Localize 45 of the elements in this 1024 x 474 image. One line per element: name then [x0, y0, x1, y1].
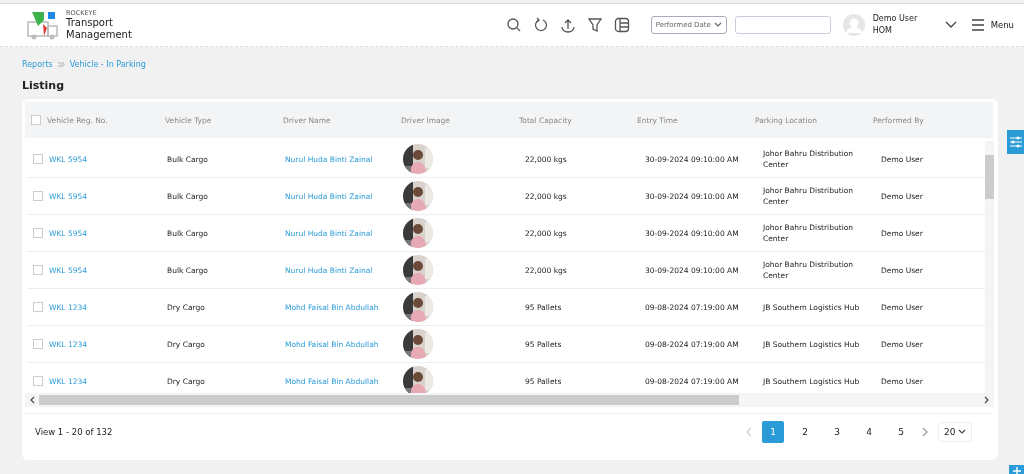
avatar-icon	[842, 14, 865, 36]
chevron-down-icon[interactable]	[944, 21, 957, 29]
sliders-icon	[1008, 136, 1023, 148]
row-checkbox[interactable]	[33, 191, 43, 201]
page-button[interactable]: 2	[794, 421, 816, 443]
row-checkbox[interactable]	[33, 376, 43, 386]
breadcrumb-link[interactable]: Vehicle - In Parking	[69, 59, 146, 69]
chevron-right-icon	[57, 60, 65, 68]
row-checkbox[interactable]	[33, 302, 43, 312]
row-checkbox[interactable]	[33, 265, 43, 275]
chevron-right-icon	[984, 396, 990, 404]
page-size-select[interactable]: 20	[938, 422, 972, 442]
app-title: Transport Management	[66, 17, 133, 41]
truck-logo-icon	[26, 10, 60, 40]
columns-icon[interactable]	[613, 17, 630, 33]
plus-icon	[1012, 467, 1021, 474]
row-checkbox[interactable]	[33, 154, 43, 164]
refresh-icon[interactable]	[532, 17, 549, 33]
menu-button[interactable]: Menu	[970, 19, 1014, 31]
user-role: HOM	[872, 25, 893, 37]
page-button[interactable]: 4	[858, 421, 880, 443]
vertical-scrollbar[interactable]	[985, 141, 994, 393]
settings-button[interactable]	[1007, 130, 1024, 154]
select-all-checkbox[interactable]	[31, 115, 41, 125]
upload-icon[interactable]	[559, 17, 576, 33]
horizontal-scrollbar[interactable]	[25, 393, 994, 407]
record-summary: View 1 - 20 of 132	[35, 427, 113, 437]
page-title: Listing	[22, 79, 66, 94]
row-checkbox[interactable]	[33, 339, 43, 349]
chevron-down-icon	[713, 22, 722, 28]
chevron-left-icon	[29, 396, 35, 404]
page-button[interactable]: 3	[826, 421, 848, 443]
breadcrumb-link[interactable]: Reports	[22, 59, 53, 69]
row-checkbox[interactable]	[33, 228, 43, 238]
page-button[interactable]: 1	[762, 421, 784, 443]
chevron-right-icon[interactable]	[922, 427, 928, 437]
search-icon[interactable]	[505, 17, 522, 33]
menu-icon	[970, 19, 985, 31]
add-button[interactable]	[1009, 465, 1024, 474]
filter-icon[interactable]	[586, 17, 603, 33]
user-name: Demo User	[872, 13, 919, 25]
page-button[interactable]: 5	[890, 421, 912, 443]
date-input-field[interactable]	[734, 16, 831, 34]
chevron-down-icon	[958, 429, 966, 435]
chevron-left-icon[interactable]	[746, 427, 752, 437]
